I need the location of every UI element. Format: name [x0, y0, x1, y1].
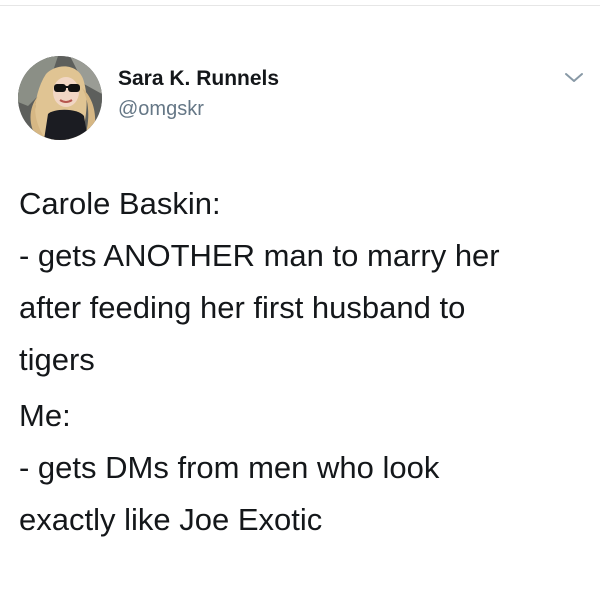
divider	[0, 5, 600, 6]
tweet-line: Carole Baskin:	[19, 186, 221, 221]
tweet-line: Me:	[19, 398, 71, 433]
tweet-card: Sara K. Runnels @omgskr Carole Baskin: -…	[0, 0, 600, 600]
author-block: Sara K. Runnels @omgskr	[118, 66, 279, 122]
tweet-line: tigers	[19, 342, 95, 377]
display-name[interactable]: Sara K. Runnels	[118, 66, 279, 92]
profile-photo-icon	[18, 56, 102, 140]
avatar[interactable]	[18, 56, 102, 140]
tweet-line: - gets ANOTHER man to marry her	[19, 238, 500, 273]
tweet-line: - gets DMs from men who look	[19, 450, 440, 485]
handle[interactable]: @omgskr	[118, 96, 279, 122]
tweet-paragraph: Me: - gets DMs from men who look exactly…	[19, 390, 579, 546]
chevron-down-icon[interactable]	[563, 70, 585, 86]
tweet-line: exactly like Joe Exotic	[19, 502, 323, 537]
tweet-paragraph: Carole Baskin: - gets ANOTHER man to mar…	[19, 178, 579, 386]
tweet-line: after feeding her first husband to	[19, 290, 466, 325]
tweet-text: Carole Baskin: - gets ANOTHER man to mar…	[19, 178, 579, 546]
